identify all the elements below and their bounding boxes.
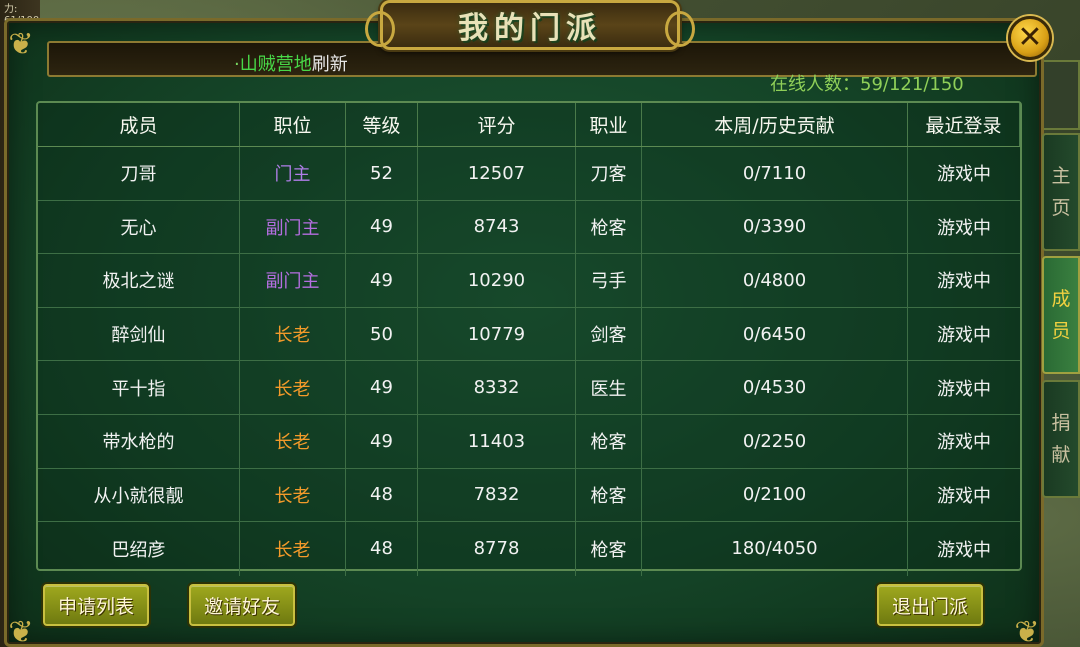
notice-action: 刷新 [311,54,348,75]
member-name: 醉剑仙 [38,307,240,361]
member-class: 枪客 [576,415,642,468]
member-class: 枪客 [576,468,642,522]
table-row[interactable]: 刀哥 门主 52 12507 刀客 0/7110 游戏中 [38,147,1020,201]
online-count: 在线人数：59/121/150 [770,74,964,95]
member-login: 游戏中 [937,539,991,561]
member-contribution: 0/4800 [642,254,908,307]
tab-members[interactable]: 成 员 [1042,256,1080,374]
member-name: 无心 [38,200,240,254]
tab-home[interactable]: 主 页 [1042,133,1080,251]
member-position: 副门主 [240,200,346,254]
member-position: 长老 [240,307,346,361]
member-position: 门主 [240,147,346,200]
member-level: 49 [346,200,418,254]
member-contribution: 0/2100 [642,468,908,522]
table-row[interactable]: 无心 副门主 49 8743 枪客 0/3390 游戏中 [38,200,1020,255]
member-name: 巴绍彦 [38,522,240,576]
member-level: 49 [346,254,418,307]
tab-donate[interactable]: 捐 献 [1042,380,1080,498]
member-login: 游戏中 [937,325,991,347]
member-score: 11403 [418,415,576,468]
member-position: 长老 [240,522,346,576]
member-class: 刀客 [576,147,642,200]
table-row[interactable]: 巴绍彦 长老 48 8778 枪客 180/4050 游戏中 [38,522,1020,576]
tab-label-char: 捐 [1051,412,1071,434]
member-contribution: 0/7110 [642,147,908,200]
member-score: 8778 [418,522,576,576]
member-position: 长老 [240,415,346,468]
member-class: 枪客 [576,200,642,254]
close-button[interactable]: ✕ [1008,16,1052,60]
table-row[interactable]: 带水枪的 长老 49 11403 枪客 0/2250 游戏中 [38,415,1020,469]
member-score: 10779 [418,307,576,361]
corner-ornament-icon: ❦ [8,615,34,647]
member-position: 长老 [240,361,346,414]
header-last-login[interactable]: 最近登录 [908,103,1020,146]
quit-sect-button[interactable]: 退出门派 [877,584,983,626]
header-position[interactable]: 职位 [240,103,346,146]
table-row[interactable]: 平十指 长老 49 8332 医生 0/4530 游戏中 [38,361,1020,415]
right-tab-decoration [1042,60,1080,130]
corner-ornament-icon: ❦ [1014,615,1040,647]
table-header: 成员 职位 等级 评分 职业 本周/历史贡献 最近登录 [38,103,1020,147]
member-class: 弓手 [576,254,642,307]
member-score: 7832 [418,468,576,522]
member-contribution: 0/3390 [642,200,908,254]
table-row[interactable]: 醉剑仙 长老 50 10779 剑客 0/6450 游戏中 [38,307,1020,362]
member-login: 游戏中 [937,164,991,186]
member-level: 49 [346,415,418,468]
member-position: 长老 [240,468,346,522]
member-level: 52 [346,147,418,200]
member-login: 游戏中 [937,378,991,400]
header-level[interactable]: 等级 [346,103,418,146]
member-name: 极北之谜 [38,254,240,307]
member-name: 带水枪的 [38,415,240,468]
member-score: 12507 [418,147,576,200]
notice-place-link[interactable]: 山贼营地 [240,54,312,75]
apply-list-button[interactable]: 申请列表 [43,584,149,626]
member-level: 48 [346,522,418,576]
member-name: 平十指 [38,361,240,414]
member-level: 50 [346,307,418,361]
member-class: 枪客 [576,522,642,576]
member-score: 8743 [418,200,576,254]
header-score[interactable]: 评分 [418,103,576,146]
member-login: 游戏中 [937,485,991,507]
header-member[interactable]: 成员 [38,103,240,146]
member-login: 游戏中 [937,432,991,454]
refresh-notice: ·山贼营地刷新 [234,50,348,76]
tab-label-char: 主 [1051,165,1071,187]
member-position: 副门主 [240,254,346,307]
member-contribution: 0/2250 [642,415,908,468]
member-login: 游戏中 [937,271,991,293]
member-class: 剑客 [576,307,642,361]
close-icon: ✕ [1017,20,1043,55]
member-contribution: 180/4050 [642,522,908,576]
header-contribution[interactable]: 本周/历史贡献 [642,103,908,146]
page-title: 我的门派 [458,11,602,46]
table-row[interactable]: 从小就很靓 长老 48 7832 枪客 0/2100 游戏中 [38,468,1020,523]
member-contribution: 0/6450 [642,307,908,361]
member-name: 刀哥 [38,147,240,200]
tab-label-char: 成 [1051,288,1071,310]
member-score: 8332 [418,361,576,414]
tab-label-char: 献 [1051,444,1071,466]
title-plaque: 我的门派 [365,0,695,50]
member-score: 10290 [418,254,576,307]
header-class[interactable]: 职业 [576,103,642,146]
member-login: 游戏中 [937,217,991,239]
member-name: 从小就很靓 [38,468,240,522]
table-row[interactable]: 极北之谜 副门主 49 10290 弓手 0/4800 游戏中 [38,254,1020,308]
tab-label-char: 页 [1051,197,1071,219]
corner-ornament-icon: ❦ [8,27,34,62]
member-contribution: 0/4530 [642,361,908,414]
member-table: 成员 职位 等级 评分 职业 本周/历史贡献 最近登录 刀哥 门主 52 125… [36,101,1022,576]
invite-friends-button[interactable]: 邀请好友 [189,584,295,626]
member-class: 医生 [576,361,642,414]
member-level: 48 [346,468,418,522]
member-level: 49 [346,361,418,414]
tab-label-char: 员 [1051,320,1071,342]
